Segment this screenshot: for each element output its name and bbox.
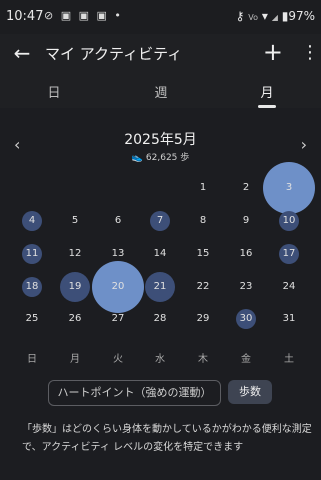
shoe-icon: 👟 [131,153,143,163]
notification-icons: ⊘ ▣ ▣ ▣ • [44,9,123,22]
add-icon[interactable]: + [263,39,283,65]
calendar-day[interactable]: 15 [188,244,218,264]
period-tabs: 日 週 月 [0,72,321,109]
calendar-day[interactable]: 1 [188,178,218,198]
calendar-day[interactable]: 8 [188,211,218,231]
calendar-day[interactable]: 6 [103,211,133,231]
more-vertical-icon[interactable]: ⋮ [301,41,319,65]
steps-chip[interactable]: 歩数 [228,380,272,404]
calendar-day[interactable]: 5 [60,211,90,231]
weekday-label: 火 [113,354,123,365]
page-title: マイ アクティビティ [45,45,183,63]
calendar-day[interactable]: 4 [17,211,47,231]
signal-icon: ◢ [271,13,278,22]
calendar-day[interactable]: 17 [274,244,304,264]
calendar-day[interactable]: 14 [145,244,175,264]
calendar-day[interactable]: 2 [231,178,261,198]
app-bar: ← マイ アクティビティ + ⋮ [0,34,321,72]
calendar-day[interactable]: 9 [231,211,261,231]
calendar-day[interactable]: 28 [145,309,175,329]
status-right: ⚷ Vo ▾ ◢ ▮97% [236,9,315,23]
calendar-day[interactable]: 24 [274,277,304,297]
tab-month[interactable]: 月 [247,82,287,101]
status-time: 10:47 [6,9,44,24]
back-arrow-icon[interactable]: ← [10,41,34,65]
tab-week[interactable]: 週 [141,82,181,101]
status-bar: 10:47 ⊘ ▣ ▣ ▣ • ⚷ Vo ▾ ◢ ▮97% [0,0,321,34]
calendar-day[interactable]: 23 [231,277,261,297]
steps-total: 62,625 歩 [145,153,190,163]
weekday-label: 水 [155,354,165,365]
calendar-day[interactable]: 12 [60,244,90,264]
calendar-day[interactable]: 11 [17,244,47,264]
volte-icon: Vo [248,13,259,22]
calendar-day[interactable]: 10 [274,211,304,231]
calendar-day[interactable]: 27 [103,309,133,329]
calendar-day[interactable]: 20 [103,277,133,297]
weekday-label: 土 [284,354,294,365]
weekday-label: 木 [198,354,208,365]
calendar-day[interactable]: 30 [231,309,261,329]
calendar-day[interactable]: 22 [188,277,218,297]
step-summary: 👟 62,625 歩 [0,150,321,163]
heart-points-chip[interactable]: ハートポイント（強めの運動） [48,380,221,406]
calendar-day[interactable]: 31 [274,309,304,329]
calendar-day[interactable]: 19 [60,277,90,297]
month-title: 2025年5月 [124,132,197,148]
battery-level: 97% [288,9,315,23]
key-icon: ⚷ [235,9,245,23]
weekday-label: 月 [70,354,80,365]
calendar-day[interactable]: 3 [274,178,304,198]
calendar-day[interactable]: 16 [231,244,261,264]
calendar-day[interactable]: 25 [17,309,47,329]
weekday-label: 金 [241,354,251,365]
tab-day[interactable]: 日 [34,82,74,101]
calendar-day[interactable]: 21 [145,277,175,297]
weekday-label: 日 [27,354,37,365]
description-text: 「歩数」はどのくらい身体を動かしているかがわかる便利な測定で、アクティビティ レ… [22,424,312,453]
wifi-icon: ▾ [261,9,268,23]
calendar-day[interactable]: 29 [188,309,218,329]
calendar-day[interactable]: 7 [145,211,175,231]
calendar-day[interactable]: 18 [17,277,47,297]
calendar-day[interactable]: 26 [60,309,90,329]
